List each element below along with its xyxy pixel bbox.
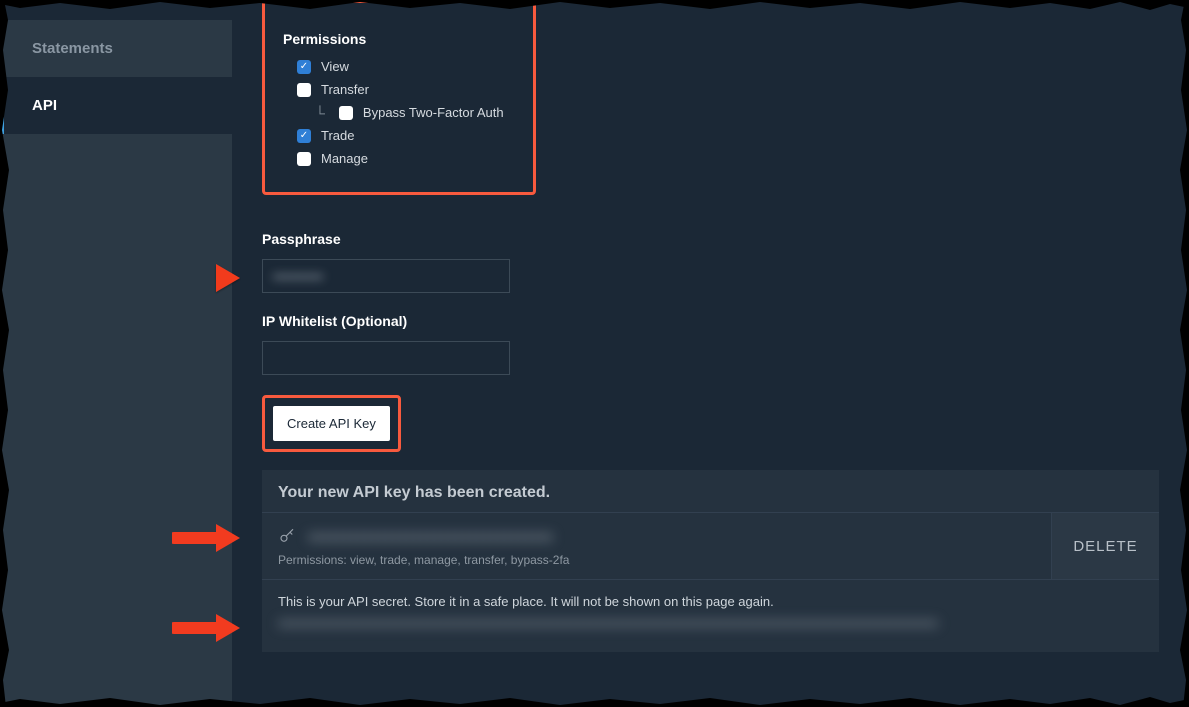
permission-manage[interactable]: Manage [297,151,515,166]
create-api-key-button[interactable]: Create API Key [273,406,390,441]
permission-trade[interactable]: ✓ Trade [297,128,515,143]
sidebar-item-api[interactable]: API [0,77,232,134]
create-button-highlight: Create API Key [262,395,401,452]
passphrase-group: Passphrase ••••••••••• [262,231,1159,293]
main-content: Permissions ✓ View Transfer └ Bypass Two… [232,0,1189,707]
permission-label: View [321,59,349,74]
permission-transfer[interactable]: Transfer [297,82,515,97]
permission-label: Bypass Two-Factor Auth [363,105,504,120]
passphrase-value: ••••••••••• [273,269,323,284]
permission-view[interactable]: ✓ View [297,59,515,74]
ip-whitelist-group: IP Whitelist (Optional) [262,313,1159,375]
permissions-section-highlight: Permissions ✓ View Transfer └ Bypass Two… [262,0,536,195]
permission-label: Manage [321,151,368,166]
permissions-title: Permissions [283,31,515,47]
checkbox-view[interactable]: ✓ [297,60,311,74]
tree-connector-icon: └ [315,106,325,120]
checkbox-trade[interactable]: ✓ [297,129,311,143]
checkbox-transfer[interactable] [297,83,311,97]
ip-whitelist-label: IP Whitelist (Optional) [262,313,1159,329]
api-key-value: xxxxxxxxxxxxxxxxxxxxxxxxxxxxxxxxxxx [308,528,1143,544]
passphrase-input[interactable]: ••••••••••• [262,259,510,293]
permission-label: Transfer [321,82,369,97]
api-secret-block: This is your API secret. Store it in a s… [262,579,1159,652]
checkbox-bypass-2fa[interactable] [339,106,353,120]
ip-whitelist-input[interactable] [262,341,510,375]
sidebar-header [0,0,232,20]
api-secret-notice: This is your API secret. Store it in a s… [278,594,1143,609]
sidebar-item-label: API [32,97,57,114]
passphrase-label: Passphrase [262,231,1159,247]
sidebar: Statements API [0,0,232,707]
api-key-row: xxxxxxxxxxxxxxxxxxxxxxxxxxxxxxxxxxx [262,513,1159,553]
delete-button[interactable]: DELETE [1051,513,1159,579]
permissions-list: ✓ View Transfer └ Bypass Two-Factor Auth… [283,59,515,166]
api-key-result-panel: Your new API key has been created. xxxxx… [262,470,1159,652]
key-icon [278,527,296,545]
permission-bypass-2fa[interactable]: └ Bypass Two-Factor Auth [315,105,515,120]
permission-label: Trade [321,128,354,143]
checkbox-manage[interactable] [297,152,311,166]
result-title: Your new API key has been created. [262,470,1159,513]
sidebar-item-statements[interactable]: Statements [0,20,232,77]
api-key-meta: Permissions: view, trade, manage, transf… [262,553,1159,579]
sidebar-item-label: Statements [32,40,113,57]
permissions-summary: Permissions: view, trade, manage, transf… [278,553,1143,567]
api-secret-value: xxxxxxxxxxxxxxxxxxxxxxxxxxxxxxxxxxxxxxxx… [278,615,938,630]
